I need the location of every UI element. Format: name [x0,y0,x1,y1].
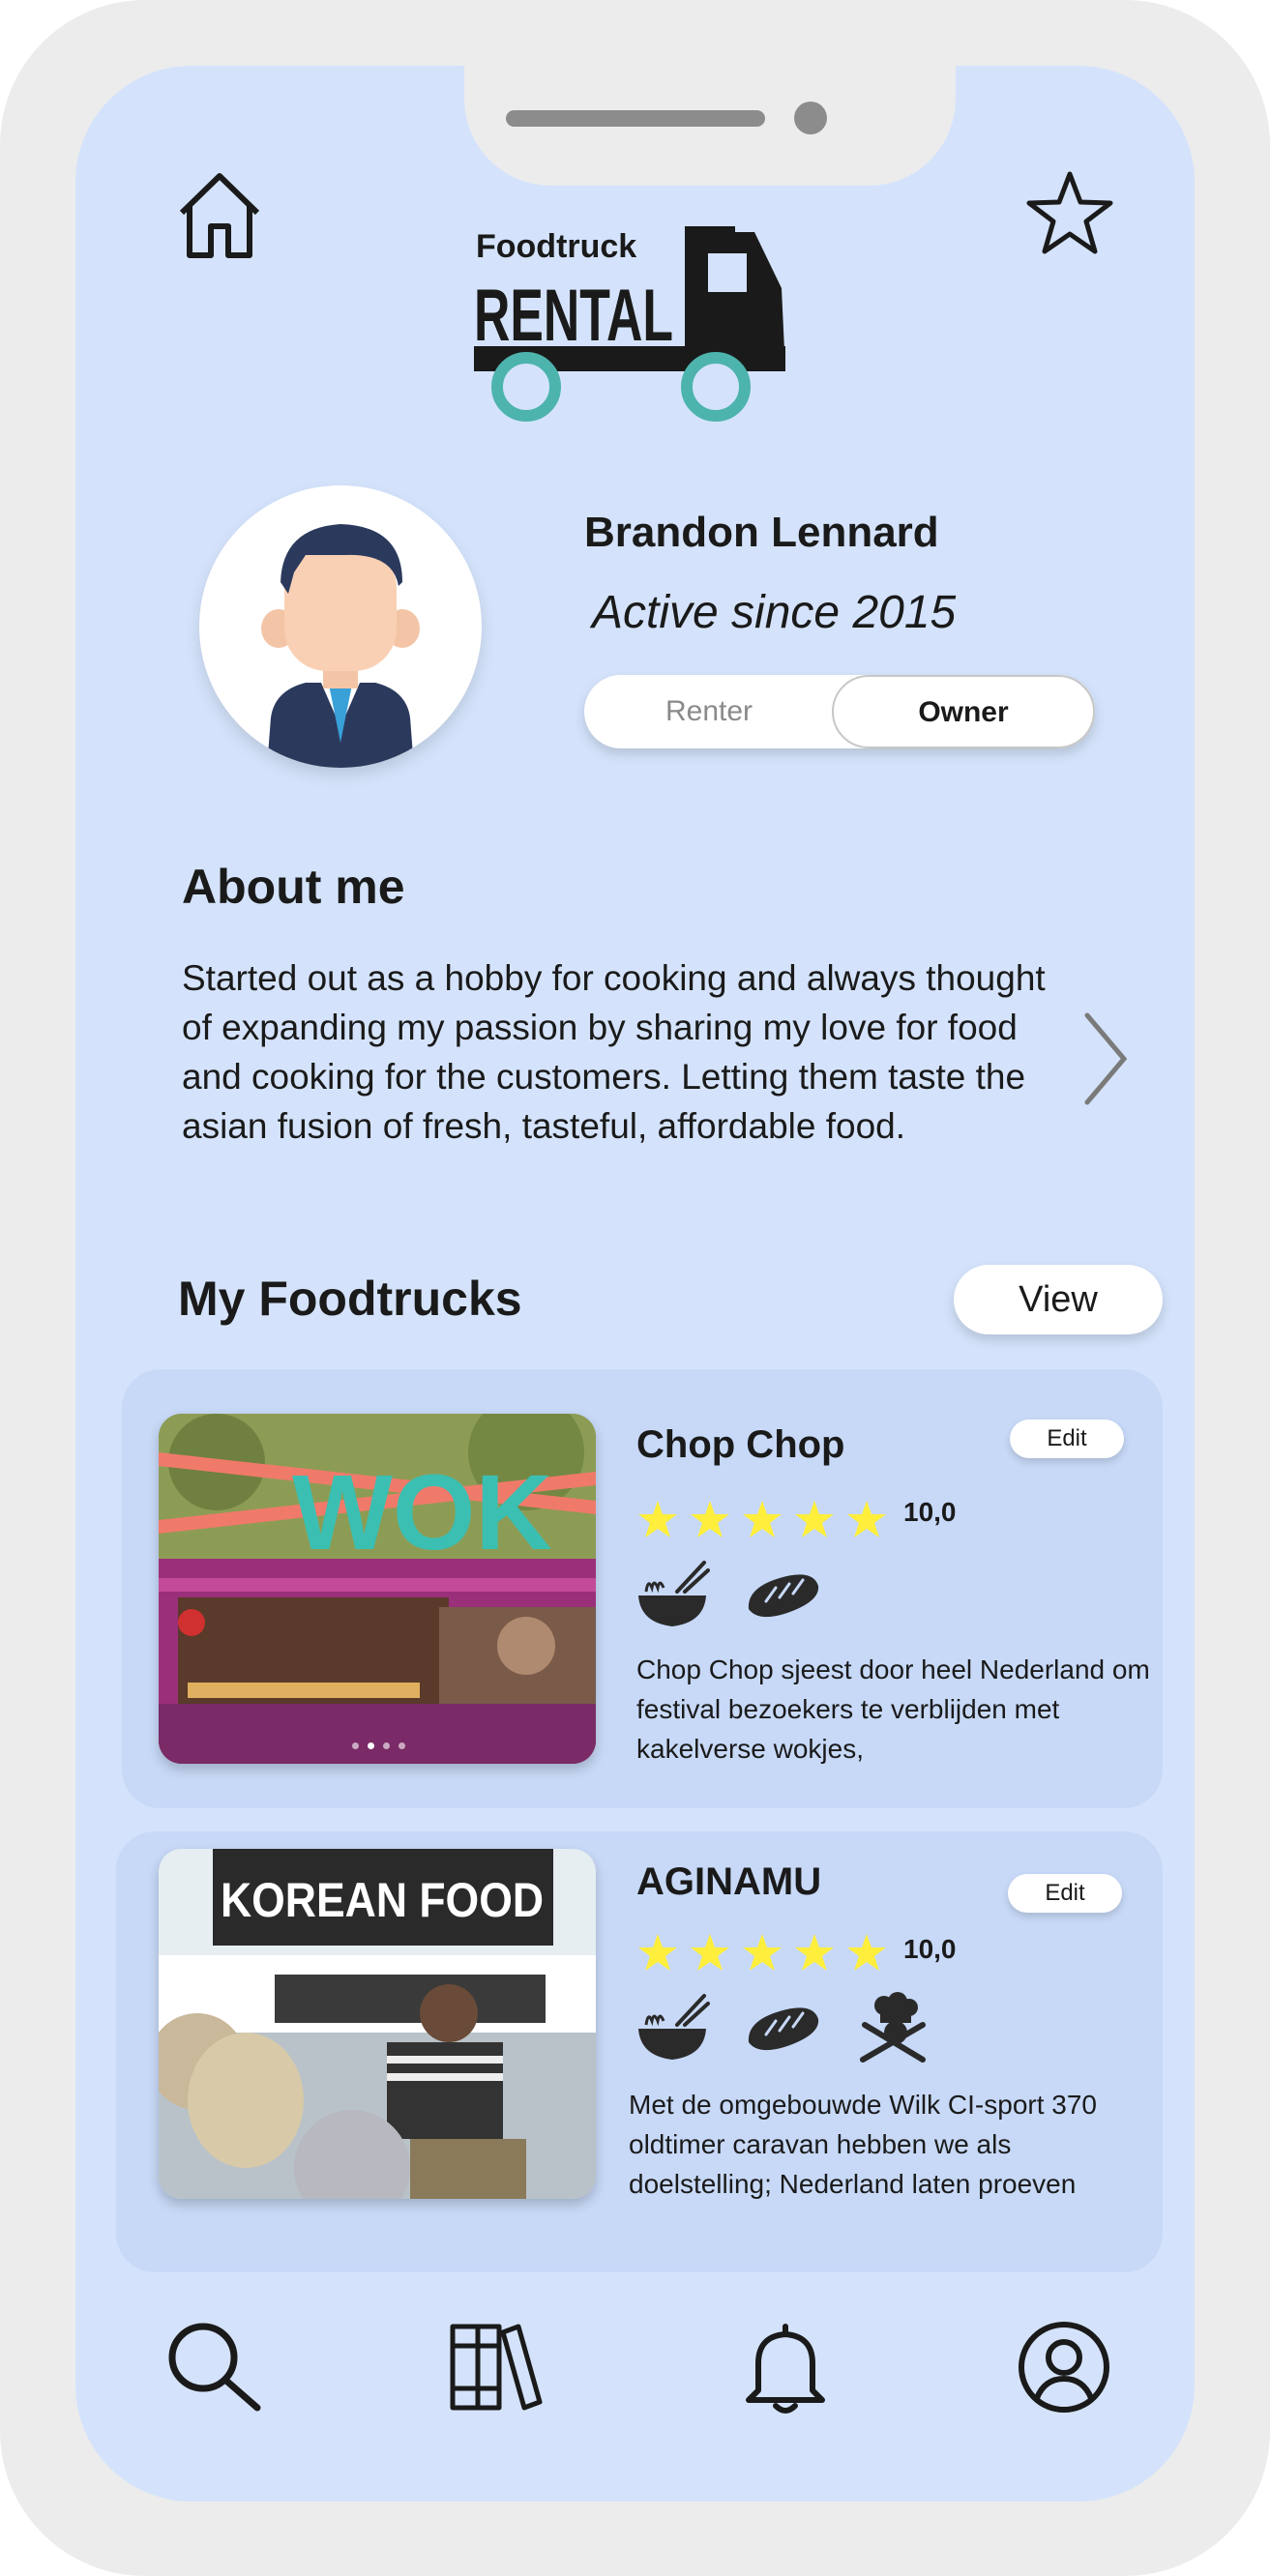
rating-stars [636,1499,888,1539]
my-foodtrucks-title: My Foodtrucks [178,1272,522,1326]
foodtruck-description: Chop Chop sjeest door heel Nederland om … [636,1654,1150,1764]
cuisine-icons [635,1559,820,1630]
cuisine-icons [635,1992,930,2064]
pagination-dot-active[interactable] [368,1742,374,1749]
pagination-dot[interactable] [399,1742,405,1749]
chef-icon [860,1992,926,2063]
toggle-option-renter[interactable]: Renter [584,675,834,748]
foodtruck-description: Met de omgebouwde Wilk CI-sport 370 oldt… [629,2090,1097,2199]
foodtruck-card[interactable]: KOREAN FOOD AGINAMU Edit 10,0 Met de omg… [116,1831,1163,2272]
star-filled-icon [638,1934,677,1971]
rating-value: 10,0 [903,1497,957,1527]
image-pagination[interactable] [352,1742,405,1749]
profile-icon[interactable] [1016,2319,1112,2415]
library-icon[interactable] [447,2317,544,2414]
role-toggle[interactable]: Renter Owner [584,675,1095,748]
user-avatar-illustration [261,524,420,768]
toggle-option-owner[interactable]: Owner [832,675,1095,748]
wok-truck-image: WOK [159,1414,596,1764]
view-button[interactable]: View [954,1265,1163,1334]
about-title: About me [182,860,405,914]
logo-text-bottom: RENTAL [474,275,673,357]
profile-name: Brandon Lennard [584,509,939,556]
noodle-bowl-icon [638,1561,710,1626]
pagination-dot[interactable] [352,1742,359,1749]
speaker [506,110,765,127]
star-filled-icon [691,1934,729,1971]
active-since: Active since 2015 [592,587,957,638]
star-filled-icon [691,1501,729,1537]
star-filled-icon [795,1934,834,1971]
star-filled-icon [847,1934,886,1971]
avatar[interactable] [199,485,482,768]
search-icon[interactable] [164,2319,261,2415]
bread-icon [748,2007,819,2051]
logo-text-top: Foodtruck [476,228,636,265]
korean-food-sign: KOREAN FOOD [221,1873,544,1927]
edit-button[interactable]: Edit [1010,1420,1124,1458]
star-filled-icon [795,1501,834,1537]
foodtruck-name: AGINAMU [636,1860,822,1903]
foodtruck-photo[interactable]: KOREAN FOOD [159,1849,596,2199]
star-filled-icon [743,1934,782,1971]
noodle-bowl-icon [638,1994,710,2060]
edit-button[interactable]: Edit [1008,1874,1122,1913]
bread-icon [748,1574,819,1618]
foodtruck-card[interactable]: WOK Chop Chop Edit 10,0 Chop Chop sjeest… [122,1369,1163,1808]
foodtruck-name: Chop Chop [636,1423,845,1466]
rating-value: 10,0 [903,1934,957,1964]
star-filled-icon [847,1501,886,1537]
about-text: Started out as a hobby for cooking and a… [182,958,1046,1146]
foodtruck-photo[interactable]: WOK [159,1414,596,1764]
star-icon[interactable] [1025,170,1114,255]
camera [794,102,827,134]
chevron-right-icon[interactable] [1081,1011,1130,1106]
notifications-icon[interactable] [737,2319,834,2415]
korean-food-truck-image: KOREAN FOOD [159,1849,596,2199]
wok-sign: WOK [292,1453,552,1572]
pagination-dot[interactable] [383,1742,390,1749]
rating-stars [636,1932,888,1973]
star-filled-icon [743,1501,782,1537]
home-icon[interactable] [176,170,263,259]
star-filled-icon [638,1501,677,1537]
foodtruck-rental-logo: Foodtruck RENTAL [474,226,785,422]
